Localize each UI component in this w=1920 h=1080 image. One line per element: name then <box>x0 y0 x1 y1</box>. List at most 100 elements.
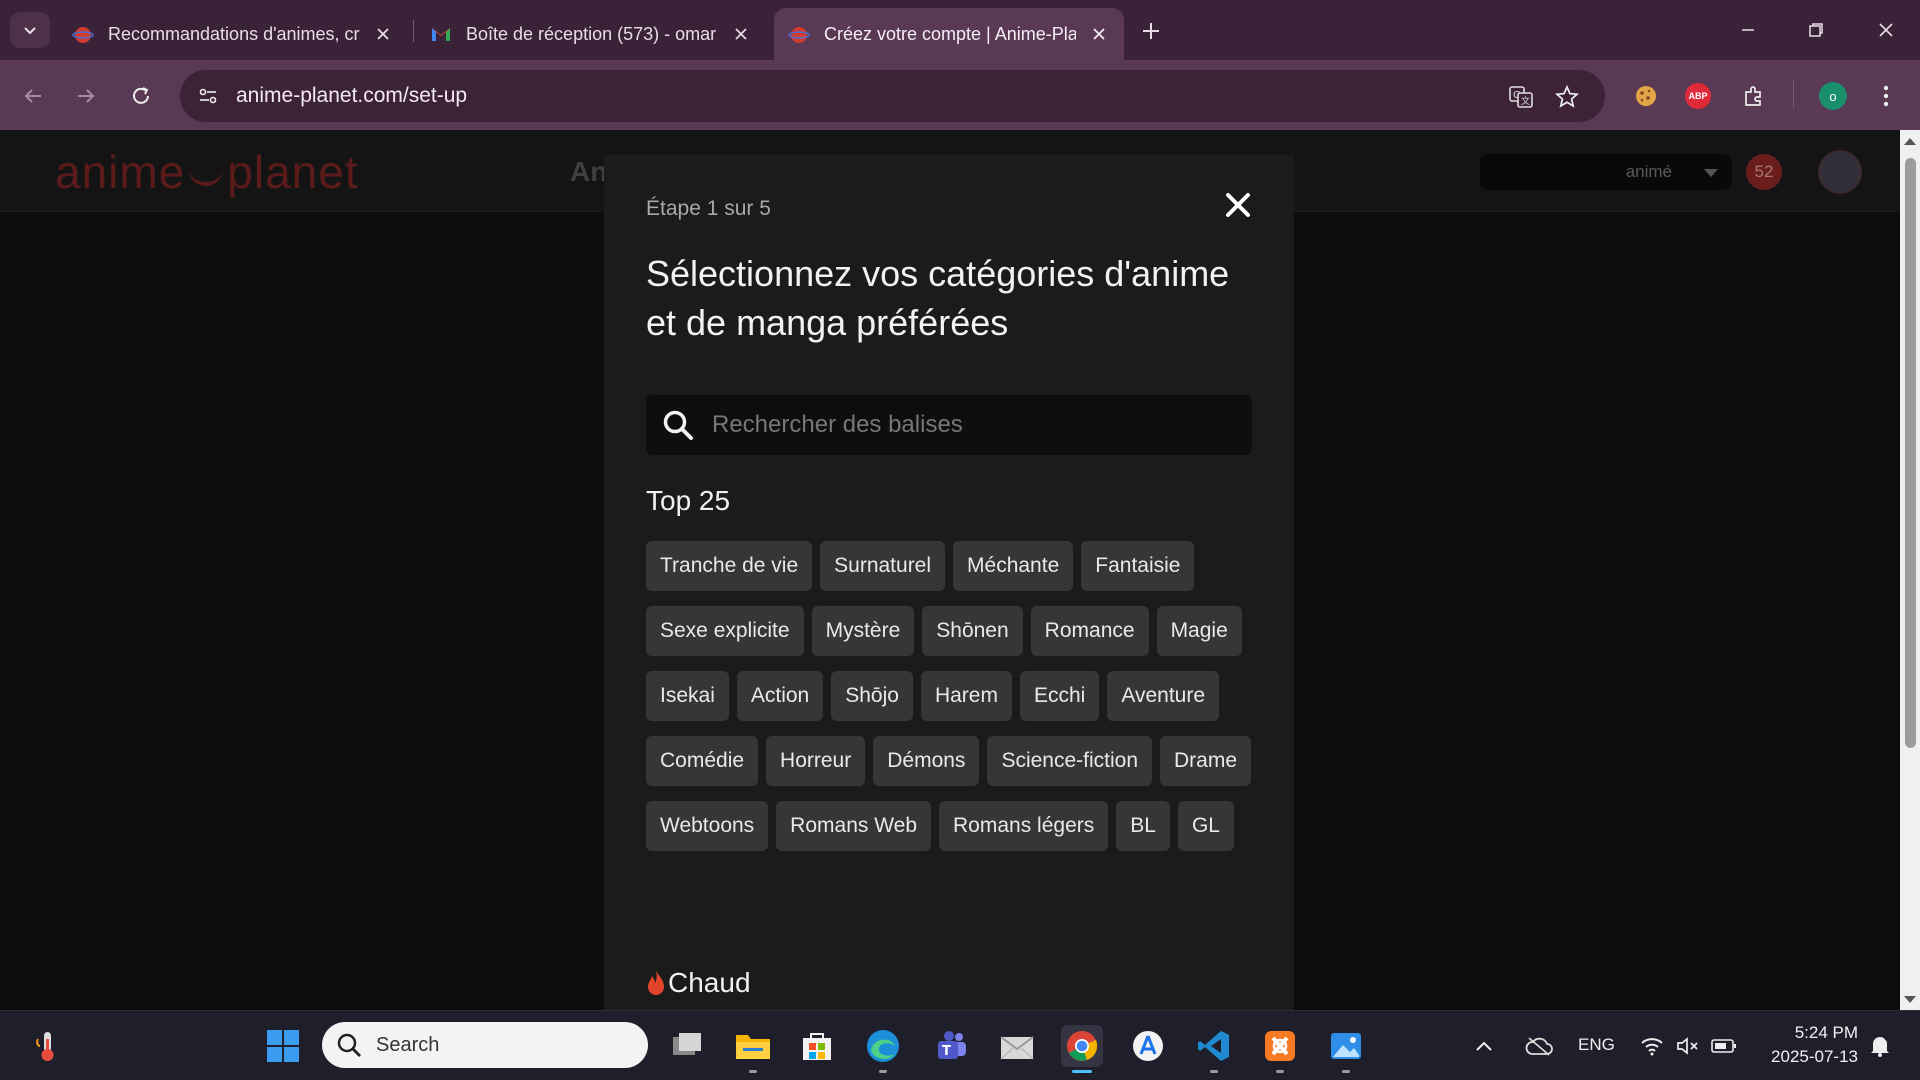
tag-chip[interactable]: Webtoons <box>646 801 769 851</box>
page-scrollbar[interactable] <box>1900 130 1920 1010</box>
show-hidden-icons-button[interactable] <box>1469 1025 1499 1067</box>
tag-chip[interactable]: Romans Web <box>776 801 932 851</box>
reload-button[interactable] <box>123 78 159 114</box>
user-avatar[interactable] <box>1818 150 1862 194</box>
tag-chip[interactable]: Isekai <box>646 671 729 721</box>
volume-status[interactable] <box>1670 1025 1706 1067</box>
scroll-down-arrow[interactable] <box>1904 996 1916 1003</box>
app-store-button[interactable] <box>1127 1025 1169 1067</box>
tag-search-box[interactable] <box>646 395 1252 455</box>
tab-separator <box>413 20 414 42</box>
battery-icon <box>1711 1039 1736 1053</box>
close-tab-icon[interactable] <box>1088 23 1110 45</box>
search-type-select[interactable]: animé <box>1480 154 1732 190</box>
logo-text-right: planet <box>227 146 359 198</box>
back-button[interactable] <box>15 78 51 114</box>
start-button[interactable] <box>262 1025 304 1067</box>
chrome-button[interactable] <box>1061 1025 1103 1073</box>
tag-chip[interactable]: Horreur <box>766 736 866 786</box>
microsoft-store-button[interactable] <box>796 1025 838 1067</box>
xampp-button[interactable] <box>1259 1025 1301 1073</box>
minimize-button[interactable] <box>1730 14 1766 46</box>
url-text[interactable]: anime-planet.com/set-up <box>236 84 467 108</box>
tag-chip[interactable]: Ecchi <box>1019 671 1100 721</box>
tag-chip[interactable]: Drame <box>1160 736 1252 786</box>
wifi-status[interactable] <box>1634 1025 1670 1067</box>
bookmark-star-icon[interactable] <box>1552 82 1582 112</box>
tab-gmail-inbox[interactable]: Boîte de réception (573) - omar <box>416 8 766 60</box>
tab-anime-recommendations[interactable]: Recommandations d'animes, cr <box>58 8 408 60</box>
tab-title: Recommandations d'animes, cr <box>108 23 360 44</box>
new-tab-button[interactable] <box>1136 16 1166 46</box>
tag-chip[interactable]: BL <box>1116 801 1170 851</box>
tag-chip[interactable]: Shōnen <box>922 606 1023 656</box>
anime-planet-logo[interactable]: anime planet <box>55 145 359 199</box>
site-info-icon[interactable] <box>194 82 222 110</box>
restore-button[interactable] <box>1798 14 1834 46</box>
system-clock[interactable]: 5:24 PM 2025-07-13 <box>1760 1021 1858 1069</box>
browser-menu-button[interactable] <box>1870 80 1902 112</box>
notifications-button[interactable] <box>1862 1025 1898 1067</box>
hot-section-heading: Chaud <box>646 967 751 999</box>
tag-chip[interactable]: Aventure <box>1107 671 1219 721</box>
arrow-left-icon <box>24 89 41 103</box>
file-explorer-button[interactable] <box>732 1025 774 1073</box>
tag-chip[interactable]: Magie <box>1156 606 1242 656</box>
onedrive-button[interactable] <box>1520 1025 1558 1067</box>
tag-chip[interactable]: Démons <box>873 736 980 786</box>
close-tab-icon[interactable] <box>730 23 752 45</box>
flame-icon <box>648 970 664 995</box>
chevron-up-icon <box>1476 1041 1492 1051</box>
toolbar-separator <box>1793 80 1794 108</box>
tab-search-button[interactable] <box>10 12 50 48</box>
modal-close-button[interactable] <box>1220 187 1256 223</box>
tag-chip[interactable]: Tranche de vie <box>646 541 813 591</box>
tag-chip[interactable]: Romance <box>1030 606 1149 656</box>
tag-chip[interactable]: Sexe explicite <box>646 606 804 656</box>
clock-date: 2025-07-13 <box>1771 1047 1858 1066</box>
tag-chip[interactable]: Mystère <box>811 606 915 656</box>
tag-chip[interactable]: Action <box>736 671 824 721</box>
tag-chip[interactable]: Science-fiction <box>987 736 1152 786</box>
tag-search-input[interactable] <box>712 405 1232 445</box>
address-bar[interactable]: anime-planet.com/set-up G文 <box>180 70 1605 122</box>
language-indicator[interactable]: ENG <box>1578 1035 1615 1055</box>
cloud-icon <box>1525 1037 1553 1056</box>
tag-chip[interactable]: Fantaisie <box>1081 541 1195 591</box>
tag-chip[interactable]: Harem <box>920 671 1012 721</box>
vscode-button[interactable] <box>1193 1025 1235 1073</box>
task-view-button[interactable] <box>666 1025 708 1067</box>
teams-button[interactable]: T <box>929 1025 971 1067</box>
tag-chip[interactable]: Shōjo <box>831 671 913 721</box>
tag-chip[interactable]: Surnaturel <box>820 541 946 591</box>
cookie-extension-icon[interactable] <box>1630 80 1662 112</box>
svg-text:文: 文 <box>1521 95 1530 107</box>
weather-widget[interactable] <box>26 1025 68 1067</box>
teams-icon: T <box>938 1031 966 1059</box>
adblock-plus-extension[interactable]: ABP <box>1682 80 1714 112</box>
arrow-right-icon <box>78 89 95 103</box>
tag-chip[interactable]: Méchante <box>953 541 1074 591</box>
extensions-button[interactable] <box>1738 80 1770 112</box>
tag-chip[interactable]: Romans légers <box>939 801 1109 851</box>
close-tab-icon[interactable] <box>372 23 394 45</box>
tag-chip[interactable]: GL <box>1177 801 1234 851</box>
edge-browser-button[interactable] <box>862 1025 904 1073</box>
close-window-button[interactable] <box>1868 14 1904 46</box>
profile-button[interactable]: o <box>1817 80 1849 112</box>
photos-button[interactable] <box>1325 1025 1367 1073</box>
nav-menu-item[interactable]: An <box>570 156 607 188</box>
taskbar-search[interactable]: Search <box>322 1022 648 1068</box>
notification-badge[interactable]: 52 <box>1746 154 1782 190</box>
forward-button[interactable] <box>68 78 104 114</box>
logo-text-left: anime <box>55 146 186 198</box>
tag-chip[interactable]: Comédie <box>646 736 759 786</box>
xampp-icon <box>1265 1031 1295 1061</box>
mail-button[interactable] <box>996 1025 1038 1067</box>
battery-status[interactable] <box>1706 1025 1742 1067</box>
scroll-up-arrow[interactable] <box>1904 138 1916 145</box>
scrollbar-thumb[interactable] <box>1905 158 1916 748</box>
tab-create-account[interactable]: Créez votre compte | Anime-Pla <box>774 8 1124 60</box>
translate-icon[interactable]: G文 <box>1506 82 1536 112</box>
store-icon <box>803 1033 831 1060</box>
